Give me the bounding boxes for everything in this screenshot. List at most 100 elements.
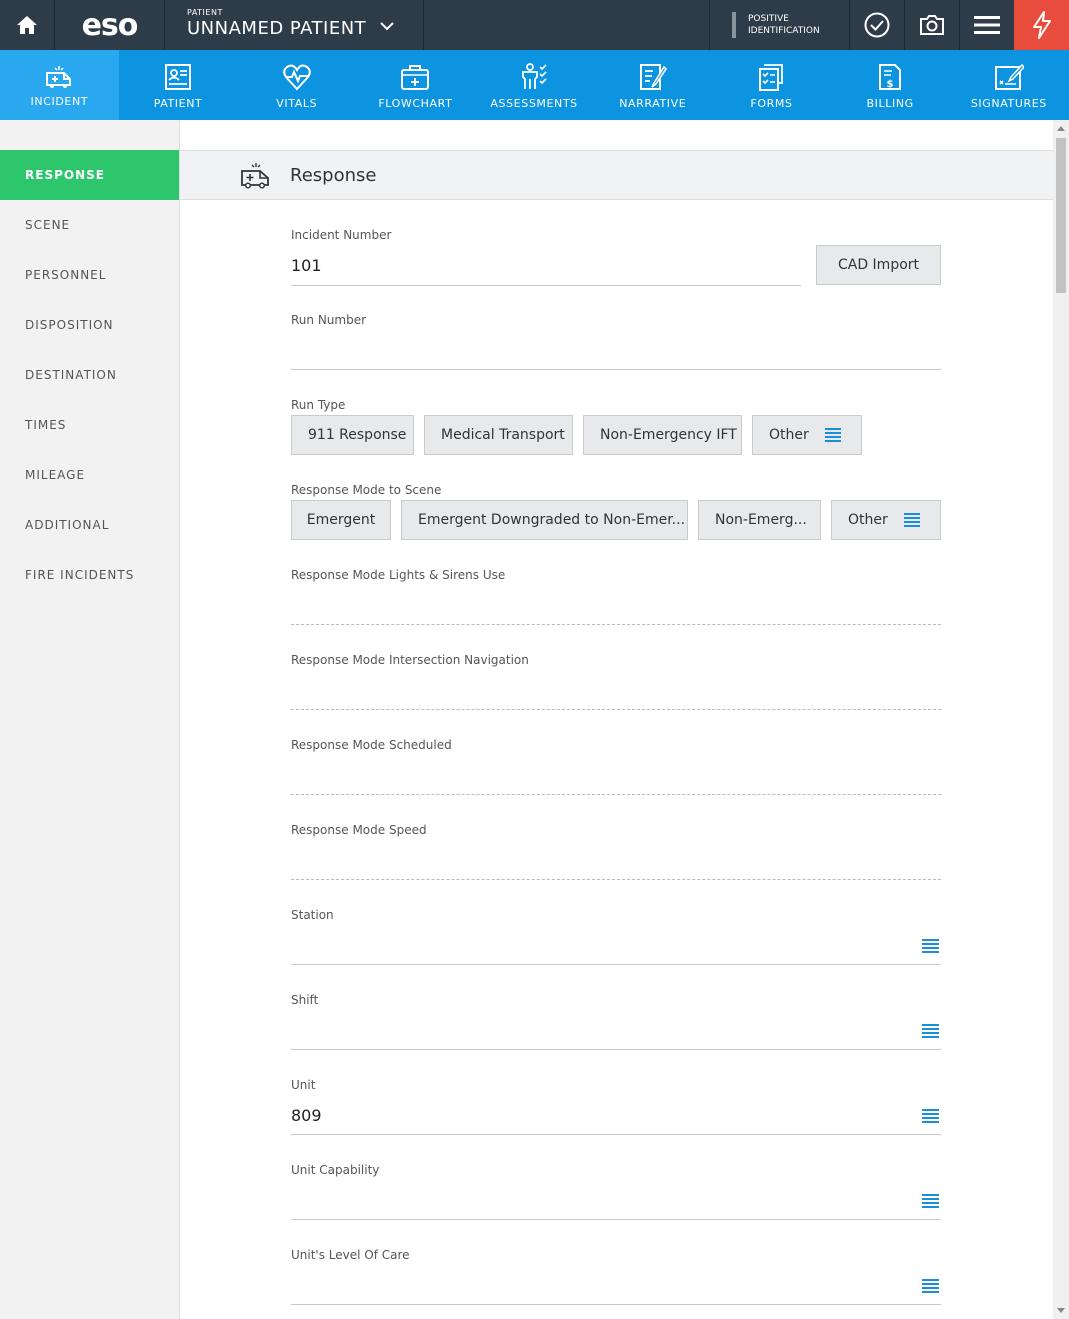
sidebar-item-response[interactable]: RESPONSE [0, 150, 179, 200]
response-mode-other-label: Other [848, 512, 888, 528]
cad-import-button[interactable]: CAD Import [816, 245, 941, 285]
chevron-down-icon [380, 22, 394, 31]
validate-button[interactable] [849, 0, 904, 50]
sidebar-item-scene[interactable]: SCENE [0, 200, 179, 250]
shift-field[interactable]: Shift [291, 993, 941, 1053]
scroll-down-arrow[interactable] [1057, 1308, 1065, 1313]
patient-selector[interactable]: PATIENT UNNAMED PATIENT [165, 0, 424, 50]
patient-name-row: UNNAMED PATIENT [187, 18, 423, 39]
response-scheduled-field[interactable]: Response Mode Scheduled [291, 738, 941, 798]
list-icon[interactable] [922, 939, 939, 953]
nav-tab-vitals[interactable]: VITALS [237, 50, 356, 120]
nav-label: INCIDENT [30, 95, 89, 108]
top-bar: eso PATIENT UNNAMED PATIENT POSITIVE IDE… [0, 0, 1069, 50]
unit-capability-underline [291, 1219, 941, 1220]
nav-label: NARRATIVE [619, 97, 687, 110]
run-type-911-response-button[interactable]: 911 Response [291, 415, 414, 455]
nav-tab-narrative[interactable]: NARRATIVE [593, 50, 712, 120]
response-mode-non-emergent-button[interactable]: Non-Emerg... [698, 500, 821, 540]
checklist-icon [759, 64, 784, 91]
intersection-navigation-label: Response Mode Intersection Navigation [291, 653, 529, 667]
patient-name: UNNAMED PATIENT [187, 18, 367, 39]
sidebar-item-destination[interactable]: DESTINATION [0, 350, 179, 400]
response-scheduled-label: Response Mode Scheduled [291, 738, 452, 752]
positive-id-line2: IDENTIFICATION [748, 26, 820, 36]
intersection-navigation-field[interactable]: Response Mode Intersection Navigation [291, 653, 941, 713]
nav-label: SIGNATURES [970, 97, 1047, 110]
positive-identification-button[interactable]: POSITIVE IDENTIFICATION [709, 0, 849, 50]
incident-number-field[interactable]: Incident Number 101 [291, 228, 801, 288]
nav-tab-flowchart[interactable]: FLOWCHART [356, 50, 475, 120]
home-icon [17, 16, 37, 34]
list-icon [824, 428, 841, 442]
ambulance-icon [46, 66, 72, 88]
section-title: Response [290, 164, 377, 186]
sidebar-item-disposition[interactable]: DISPOSITION [0, 300, 179, 350]
run-number-underline [291, 369, 941, 370]
unit-capability-field[interactable]: Unit Capability [291, 1163, 941, 1223]
list-icon[interactable] [922, 1194, 939, 1208]
nav-label: BILLING [866, 97, 914, 110]
nav-tab-incident[interactable]: INCIDENT [0, 50, 119, 120]
shift-underline [291, 1049, 941, 1050]
response-speed-dashed-line [291, 879, 941, 880]
unit-value[interactable]: 809 [291, 1106, 322, 1125]
nav-label: FORMS [750, 97, 793, 110]
nav-tab-billing[interactable]: $ BILLING [831, 50, 950, 120]
incident-number-underline [291, 285, 801, 286]
home-button[interactable] [0, 0, 55, 50]
sidebar-item-personnel[interactable]: PERSONNEL [0, 250, 179, 300]
run-type-non-emergency-ift-button[interactable]: Non-Emergency IFT [583, 415, 742, 455]
sidebar-item-fire-incidents[interactable]: FIRE INCIDENTS [0, 550, 179, 600]
flash-icon [1032, 11, 1051, 39]
run-type-medical-transport-button[interactable]: Medical Transport [424, 415, 573, 455]
station-field[interactable]: Station [291, 908, 941, 968]
positive-id-line1: POSITIVE [748, 14, 789, 24]
eso-logo: eso [55, 0, 165, 50]
sidebar-item-additional[interactable]: ADDITIONAL [0, 500, 179, 550]
response-scheduled-dashed-line [291, 794, 941, 795]
nav-tab-patient[interactable]: PATIENT [119, 50, 238, 120]
run-number-field[interactable]: Run Number [291, 313, 941, 373]
list-icon[interactable] [922, 1024, 939, 1038]
nav-tab-signatures[interactable]: SIGNATURES [950, 50, 1069, 120]
response-mode-label: Response Mode to Scene [291, 483, 442, 497]
list-icon[interactable] [922, 1109, 939, 1123]
response-mode-other-button[interactable]: Other [831, 500, 941, 540]
unit-level-of-care-underline [291, 1304, 941, 1305]
list-icon[interactable] [922, 1279, 939, 1293]
main-menu-button[interactable] [959, 0, 1014, 50]
station-label: Station [291, 908, 334, 922]
heart-pulse-icon [282, 64, 311, 91]
signature-icon [994, 63, 1024, 90]
run-type-label: Run Type [291, 398, 346, 412]
nav-tab-forms[interactable]: FORMS [712, 50, 831, 120]
nav-label: PATIENT [153, 97, 203, 110]
vertical-scrollbar[interactable] [1053, 120, 1069, 1319]
unit-level-of-care-field[interactable]: Unit's Level Of Care [291, 1248, 941, 1308]
scroll-up-arrow[interactable] [1057, 126, 1065, 131]
response-mode-emergent-button[interactable]: Emergent [291, 500, 391, 540]
positive-id-text: POSITIVE IDENTIFICATION [748, 13, 820, 37]
lights-sirens-dashed-line [291, 624, 941, 625]
unit-field[interactable]: Unit 809 [291, 1078, 941, 1138]
intersection-navigation-dashed-line [291, 709, 941, 710]
unit-underline [291, 1134, 941, 1135]
camera-button[interactable] [904, 0, 959, 50]
checkmark-icon [864, 12, 890, 38]
scroll-thumb[interactable] [1056, 138, 1066, 293]
svg-text:$: $ [887, 79, 894, 90]
response-speed-field[interactable]: Response Mode Speed [291, 823, 941, 883]
patient-label: PATIENT [187, 8, 223, 17]
lights-sirens-field[interactable]: Response Mode Lights & Sirens Use [291, 568, 941, 628]
lights-sirens-label: Response Mode Lights & Sirens Use [291, 568, 506, 582]
nav-label: ASSESSMENTS [490, 97, 578, 110]
quick-action-button[interactable] [1014, 0, 1069, 50]
response-mode-emergent-downgraded-button[interactable]: Emergent Downgraded to Non-Emer... [401, 500, 688, 540]
sidebar-item-mileage[interactable]: MILEAGE [0, 450, 179, 500]
nav-tab-assessments[interactable]: ASSESSMENTS [475, 50, 594, 120]
incident-number-value[interactable]: 101 [291, 256, 322, 275]
sidebar-item-times[interactable]: TIMES [0, 400, 179, 450]
run-type-other-button[interactable]: Other [752, 415, 862, 455]
medkit-icon [401, 65, 430, 90]
